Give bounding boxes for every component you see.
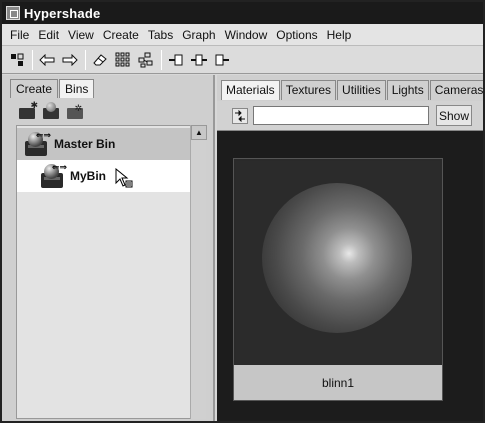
tab-cameras[interactable]: Cameras <box>429 80 483 100</box>
materials-panel: Materials Textures Utilities Lights Came… <box>217 75 483 421</box>
sphere-preview <box>262 183 412 333</box>
create-bin-icon[interactable]: ✱ <box>18 100 38 120</box>
swatch-area: blinn1 <box>217 131 483 421</box>
menu-create[interactable]: Create <box>103 28 139 42</box>
output-connections-icon[interactable] <box>213 51 231 69</box>
menu-options[interactable]: Options <box>276 28 317 42</box>
mouse-pointer-icon <box>115 168 133 188</box>
app-icon <box>6 6 20 20</box>
input-output-connections-icon[interactable] <box>190 51 208 69</box>
material-swatch-blinn1[interactable]: blinn1 <box>233 158 443 401</box>
menu-tabs[interactable]: Tabs <box>148 28 173 42</box>
menu-file[interactable]: File <box>10 28 29 42</box>
bin-item-master[interactable]: ⇐⇒ Master Bin <box>17 128 191 160</box>
menu-help[interactable]: Help <box>327 28 352 42</box>
window-title: Hypershade <box>24 5 101 21</box>
material-label: blinn1 <box>234 365 442 400</box>
graph-toggle-icon[interactable] <box>8 51 26 69</box>
bin-label: Master Bin <box>54 137 116 151</box>
grid-layout-icon[interactable] <box>114 51 132 69</box>
tab-bins[interactable]: Bins <box>59 79 95 98</box>
toolbar-divider <box>85 49 86 70</box>
bin-from-selected-icon[interactable] <box>42 102 60 120</box>
toolbar-divider <box>161 49 162 70</box>
menu-graph[interactable]: Graph <box>182 28 215 42</box>
bin-options-icon[interactable]: ✲ <box>66 102 84 120</box>
toolbar <box>2 46 483 74</box>
filter-toggle-icon[interactable] <box>232 108 248 124</box>
rearrange-graph-icon[interactable] <box>137 51 155 69</box>
filter-input[interactable] <box>253 106 429 125</box>
bin-label: MyBin <box>70 169 106 183</box>
tab-textures[interactable]: Textures <box>280 80 337 100</box>
tab-lights[interactable]: Lights <box>386 80 429 100</box>
left-tab-bar: Create Bins <box>10 79 95 98</box>
right-tab-bar: Materials Textures Utilities Lights Came… <box>217 75 483 101</box>
bin-list: ⇐⇒ Master Bin ⇐⇒ MyBin <box>16 125 206 419</box>
menu-window[interactable]: Window <box>225 28 268 42</box>
tab-materials[interactable]: Materials <box>221 80 280 100</box>
eraser-icon[interactable] <box>91 51 109 69</box>
bin-tools: ✱ ✲ <box>18 100 90 120</box>
filter-bar: Show <box>217 101 483 131</box>
toolbar-divider <box>32 49 33 70</box>
bin-icon: ⇐⇒ <box>39 162 67 189</box>
bins-panel: Create Bins ✱ ✲ ⇐⇒ Master Bin ⇐⇒ MyBin ▲ <box>2 75 215 421</box>
title-bar: Hypershade <box>2 2 483 24</box>
forward-arrow-icon[interactable] <box>61 51 79 69</box>
bin-list-scrollbar[interactable]: ▲ <box>190 125 207 419</box>
show-button[interactable]: Show <box>436 105 472 126</box>
menu-edit[interactable]: Edit <box>38 28 59 42</box>
material-preview <box>236 161 440 365</box>
hypershade-window: Hypershade File Edit View Create Tabs Gr… <box>0 0 485 423</box>
menu-view[interactable]: View <box>68 28 94 42</box>
tab-create[interactable]: Create <box>10 79 59 98</box>
scroll-up-arrow-icon[interactable]: ▲ <box>191 125 207 140</box>
bin-icon: ⇐⇒ <box>23 130 51 157</box>
tab-utilities[interactable]: Utilities <box>337 80 386 100</box>
input-connections-icon[interactable] <box>167 51 185 69</box>
menu-bar: File Edit View Create Tabs Graph Window … <box>2 24 483 46</box>
back-arrow-icon[interactable] <box>38 51 56 69</box>
bin-item-mybin[interactable]: ⇐⇒ MyBin <box>17 160 191 192</box>
